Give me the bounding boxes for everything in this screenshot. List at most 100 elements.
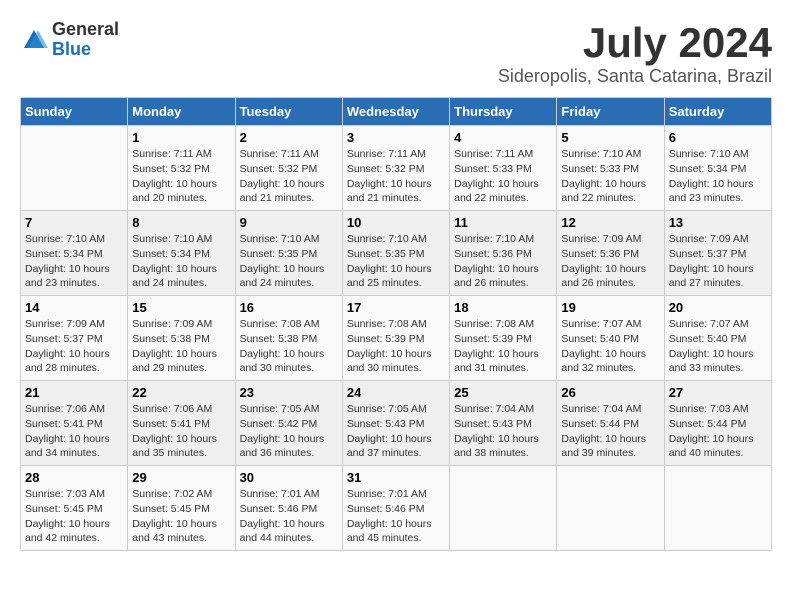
calendar-cell: 16 Sunrise: 7:08 AM Sunset: 5:38 PM Dayli… (235, 296, 342, 381)
page-header: General Blue July 2024 Sideropolis, Sant… (20, 20, 772, 87)
calendar-cell: 25Sunrise: 7:04 AM Sunset: 5:43 PM Dayli… (450, 381, 557, 466)
day-number: 31 (347, 470, 445, 485)
header-friday: Friday (557, 98, 664, 126)
month-title: July 2024 (498, 20, 772, 66)
calendar-cell: 12 Sunrise: 7:09 AM Sunset: 5:36 PM Dayli… (557, 211, 664, 296)
week-row-1: 1Sunrise: 7:11 AM Sunset: 5:32 PM Daylig… (21, 126, 772, 211)
calendar-cell: 4 Sunrise: 7:11 AM Sunset: 5:33 PM Daylig… (450, 126, 557, 211)
calendar-cell: 8 Sunrise: 7:10 AM Sunset: 5:34 PM Daylig… (128, 211, 235, 296)
day-info: Sunrise: 7:11 AM Sunset: 5:32 PM Dayligh… (240, 147, 338, 206)
day-number: 14 (25, 300, 123, 315)
calendar-cell: 7 Sunrise: 7:10 AM Sunset: 5:34 PM Daylig… (21, 211, 128, 296)
calendar-cell: 23 Sunrise: 7:05 AM Sunset: 5:42 PM Dayli… (235, 381, 342, 466)
day-number: 3 (347, 130, 445, 145)
header-tuesday: Tuesday (235, 98, 342, 126)
calendar-cell: 1Sunrise: 7:11 AM Sunset: 5:32 PM Daylig… (128, 126, 235, 211)
day-number: 2 (240, 130, 338, 145)
calendar-cell: 5Sunrise: 7:10 AM Sunset: 5:33 PM Daylig… (557, 126, 664, 211)
calendar-cell (664, 466, 771, 551)
calendar-cell: 28 Sunrise: 7:03 AM Sunset: 5:45 PM Dayli… (21, 466, 128, 551)
logo-icon (20, 26, 48, 54)
calendar-cell: 3 Sunrise: 7:11 AM Sunset: 5:32 PM Daylig… (342, 126, 449, 211)
day-info: Sunrise: 7:08 AM Sunset: 5:38 PM Dayligh… (240, 317, 338, 376)
day-info: Sunrise: 7:11 AM Sunset: 5:32 PM Dayligh… (347, 147, 445, 206)
calendar-cell: 29 Sunrise: 7:02 AM Sunset: 5:45 PM Dayli… (128, 466, 235, 551)
day-number: 22 (132, 385, 230, 400)
day-number: 10 (347, 215, 445, 230)
calendar-cell: 17Sunrise: 7:08 AM Sunset: 5:39 PM Dayli… (342, 296, 449, 381)
day-number: 28 (25, 470, 123, 485)
header-thursday: Thursday (450, 98, 557, 126)
day-info: Sunrise: 7:05 AM Sunset: 5:42 PM Dayligh… (240, 402, 338, 461)
day-info: Sunrise: 7:09 AM Sunset: 5:36 PM Dayligh… (561, 232, 659, 291)
day-info: Sunrise: 7:09 AM Sunset: 5:37 PM Dayligh… (669, 232, 767, 291)
header-sunday: Sunday (21, 98, 128, 126)
day-number: 20 (669, 300, 767, 315)
day-number: 8 (132, 215, 230, 230)
logo-text: General Blue (52, 20, 119, 60)
calendar-cell: 6 Sunrise: 7:10 AM Sunset: 5:34 PM Daylig… (664, 126, 771, 211)
calendar-body: 1Sunrise: 7:11 AM Sunset: 5:32 PM Daylig… (21, 126, 772, 551)
day-info: Sunrise: 7:04 AM Sunset: 5:44 PM Dayligh… (561, 402, 659, 461)
calendar-header: SundayMondayTuesdayWednesdayThursdayFrid… (21, 98, 772, 126)
day-number: 23 (240, 385, 338, 400)
day-info: Sunrise: 7:05 AM Sunset: 5:43 PM Dayligh… (347, 402, 445, 461)
day-number: 18 (454, 300, 552, 315)
calendar-cell (557, 466, 664, 551)
day-number: 17 (347, 300, 445, 315)
day-number: 16 (240, 300, 338, 315)
day-info: Sunrise: 7:10 AM Sunset: 5:34 PM Dayligh… (132, 232, 230, 291)
logo: General Blue (20, 20, 119, 60)
day-info: Sunrise: 7:03 AM Sunset: 5:44 PM Dayligh… (669, 402, 767, 461)
day-info: Sunrise: 7:03 AM Sunset: 5:45 PM Dayligh… (25, 487, 123, 546)
calendar-cell: 27Sunrise: 7:03 AM Sunset: 5:44 PM Dayli… (664, 381, 771, 466)
day-number: 21 (25, 385, 123, 400)
day-number: 25 (454, 385, 552, 400)
day-info: Sunrise: 7:10 AM Sunset: 5:34 PM Dayligh… (25, 232, 123, 291)
calendar-cell: 31Sunrise: 7:01 AM Sunset: 5:46 PM Dayli… (342, 466, 449, 551)
calendar-cell: 21Sunrise: 7:06 AM Sunset: 5:41 PM Dayli… (21, 381, 128, 466)
day-number: 29 (132, 470, 230, 485)
day-info: Sunrise: 7:10 AM Sunset: 5:33 PM Dayligh… (561, 147, 659, 206)
day-info: Sunrise: 7:07 AM Sunset: 5:40 PM Dayligh… (669, 317, 767, 376)
day-info: Sunrise: 7:11 AM Sunset: 5:33 PM Dayligh… (454, 147, 552, 206)
day-number: 13 (669, 215, 767, 230)
day-info: Sunrise: 7:08 AM Sunset: 5:39 PM Dayligh… (454, 317, 552, 376)
day-info: Sunrise: 7:10 AM Sunset: 5:35 PM Dayligh… (240, 232, 338, 291)
day-number: 4 (454, 130, 552, 145)
day-number: 30 (240, 470, 338, 485)
day-info: Sunrise: 7:02 AM Sunset: 5:45 PM Dayligh… (132, 487, 230, 546)
calendar-cell (21, 126, 128, 211)
calendar-cell: 11Sunrise: 7:10 AM Sunset: 5:36 PM Dayli… (450, 211, 557, 296)
day-number: 15 (132, 300, 230, 315)
day-number: 24 (347, 385, 445, 400)
day-number: 6 (669, 130, 767, 145)
day-number: 11 (454, 215, 552, 230)
day-info: Sunrise: 7:06 AM Sunset: 5:41 PM Dayligh… (132, 402, 230, 461)
day-number: 9 (240, 215, 338, 230)
calendar-cell: 22 Sunrise: 7:06 AM Sunset: 5:41 PM Dayli… (128, 381, 235, 466)
logo-general-text: General (52, 20, 119, 40)
week-row-3: 14Sunrise: 7:09 AM Sunset: 5:37 PM Dayli… (21, 296, 772, 381)
header-row: SundayMondayTuesdayWednesdayThursdayFrid… (21, 98, 772, 126)
header-saturday: Saturday (664, 98, 771, 126)
week-row-2: 7 Sunrise: 7:10 AM Sunset: 5:34 PM Daylig… (21, 211, 772, 296)
location-subtitle: Sideropolis, Santa Catarina, Brazil (498, 66, 772, 87)
calendar-cell: 2 Sunrise: 7:11 AM Sunset: 5:32 PM Daylig… (235, 126, 342, 211)
day-info: Sunrise: 7:10 AM Sunset: 5:35 PM Dayligh… (347, 232, 445, 291)
calendar-cell: 26 Sunrise: 7:04 AM Sunset: 5:44 PM Dayli… (557, 381, 664, 466)
day-number: 7 (25, 215, 123, 230)
day-info: Sunrise: 7:11 AM Sunset: 5:32 PM Dayligh… (132, 147, 230, 206)
calendar-cell: 10 Sunrise: 7:10 AM Sunset: 5:35 PM Dayli… (342, 211, 449, 296)
calendar-cell: 14Sunrise: 7:09 AM Sunset: 5:37 PM Dayli… (21, 296, 128, 381)
header-monday: Monday (128, 98, 235, 126)
day-info: Sunrise: 7:07 AM Sunset: 5:40 PM Dayligh… (561, 317, 659, 376)
day-number: 12 (561, 215, 659, 230)
calendar-cell: 15Sunrise: 7:09 AM Sunset: 5:38 PM Dayli… (128, 296, 235, 381)
calendar-cell: 30Sunrise: 7:01 AM Sunset: 5:46 PM Dayli… (235, 466, 342, 551)
logo-blue-text: Blue (52, 40, 119, 60)
day-number: 19 (561, 300, 659, 315)
day-number: 26 (561, 385, 659, 400)
day-info: Sunrise: 7:10 AM Sunset: 5:34 PM Dayligh… (669, 147, 767, 206)
calendar-cell: 18 Sunrise: 7:08 AM Sunset: 5:39 PM Dayli… (450, 296, 557, 381)
